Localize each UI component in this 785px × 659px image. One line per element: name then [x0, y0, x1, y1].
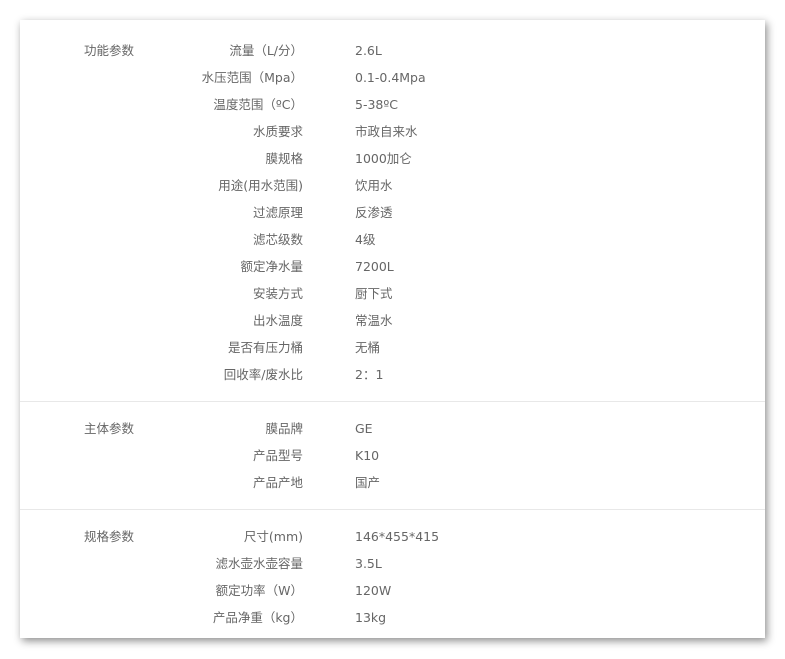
spec-label: 水质要求 — [252, 124, 303, 139]
spec-value: 0.1-0.4Mpa — [355, 70, 426, 85]
spec-section: 功能参数 流量（L/分） 2.6L 水压范围（Mpa） 0.1-0.4Mpa 温度范围（º… — [20, 20, 765, 402]
spec-row: 额定净水量 7200L — [20, 253, 765, 280]
spec-value: 饮用水 — [355, 178, 393, 193]
spec-label: 水压范围（Mpa） — [201, 70, 303, 85]
spec-label: 流量（L/分） — [229, 43, 303, 58]
spec-value: 7200L — [355, 259, 394, 274]
spec-section: 规格参数 尺寸(mm) 146*455*415 滤水壶水壶容量 3.5L 额定功率（W） 1… — [20, 510, 765, 638]
spec-label: 过滤原理 — [252, 205, 303, 220]
spec-row: 膜规格 1000加仑 — [20, 145, 765, 172]
spec-row: 滤芯级数 4级 — [20, 226, 765, 253]
spec-value: 2：1 — [355, 367, 384, 382]
spec-section: 主体参数 膜品牌 GE 产品型号 K10 产品产地 国产 — [20, 402, 765, 510]
spec-label: 产品产地 — [252, 475, 303, 490]
spec-value: 2.6L — [355, 43, 382, 58]
spec-label: 产品型号 — [252, 448, 303, 463]
spec-value: GE — [355, 421, 373, 436]
spec-row: 额定功率（W） 120W — [20, 577, 765, 604]
spec-row: 产品型号 K10 — [20, 442, 765, 469]
spec-value: 无桶 — [355, 340, 381, 355]
spec-row: 产品产地 国产 — [20, 469, 765, 496]
spec-label: 用途(用水范围) — [218, 178, 303, 193]
spec-row: 安装方式 厨下式 — [20, 280, 765, 307]
spec-row: 用途(用水范围) 饮用水 — [20, 172, 765, 199]
spec-row: 过滤原理 反渗透 — [20, 199, 765, 226]
spec-value: 13kg — [355, 610, 387, 625]
spec-row: 尺寸(mm) 146*455*415 — [20, 523, 765, 550]
spec-value: 4级 — [355, 232, 376, 247]
spec-label: 是否有压力桶 — [227, 340, 303, 355]
spec-label: 膜品牌 — [265, 421, 303, 436]
spec-label: 产品净重（kg） — [212, 610, 303, 625]
spec-label: 温度范围（ºC） — [213, 97, 303, 112]
spec-value: 国产 — [355, 475, 381, 490]
spec-row: 回收率/废水比 2：1 — [20, 361, 765, 388]
spec-value: 常温水 — [355, 313, 393, 328]
spec-row: 温度范围（ºC） 5-38ºC — [20, 91, 765, 118]
spec-row: 水压范围（Mpa） 0.1-0.4Mpa — [20, 64, 765, 91]
spec-row: 水质要求 市政自来水 — [20, 118, 765, 145]
spec-label: 出水温度 — [252, 313, 303, 328]
spec-value: 市政自来水 — [355, 124, 418, 139]
spec-value: 146*455*415 — [355, 529, 440, 544]
spec-value: 5-38ºC — [355, 97, 398, 112]
spec-row: 出水温度 常温水 — [20, 307, 765, 334]
spec-value: 1000加仑 — [355, 151, 412, 166]
spec-label: 尺寸(mm) — [243, 529, 303, 544]
spec-label: 膜规格 — [265, 151, 303, 166]
spec-row: 产品净重（kg） 13kg — [20, 604, 765, 631]
spec-row: 流量（L/分） 2.6L — [20, 37, 765, 64]
spec-label: 额定功率（W） — [215, 583, 303, 598]
spec-row: 膜品牌 GE — [20, 415, 765, 442]
spec-label: 滤芯级数 — [252, 232, 303, 247]
spec-row: 是否有压力桶 无桶 — [20, 334, 765, 361]
spec-value: 3.5L — [355, 556, 382, 571]
spec-value: K10 — [355, 448, 380, 463]
spec-value: 反渗透 — [355, 205, 393, 220]
spec-row: 滤水壶水壶容量 3.5L — [20, 550, 765, 577]
spec-label: 额定净水量 — [240, 259, 303, 274]
spec-label: 滤水壶水壶容量 — [215, 556, 303, 571]
spec-label: 回收率/废水比 — [223, 367, 303, 382]
spec-label: 安装方式 — [252, 286, 303, 301]
spec-value: 厨下式 — [355, 286, 393, 301]
spec-table: 功能参数 流量（L/分） 2.6L 水压范围（Mpa） 0.1-0.4Mpa 温度范围（º… — [20, 20, 765, 638]
spec-value: 120W — [355, 583, 392, 598]
